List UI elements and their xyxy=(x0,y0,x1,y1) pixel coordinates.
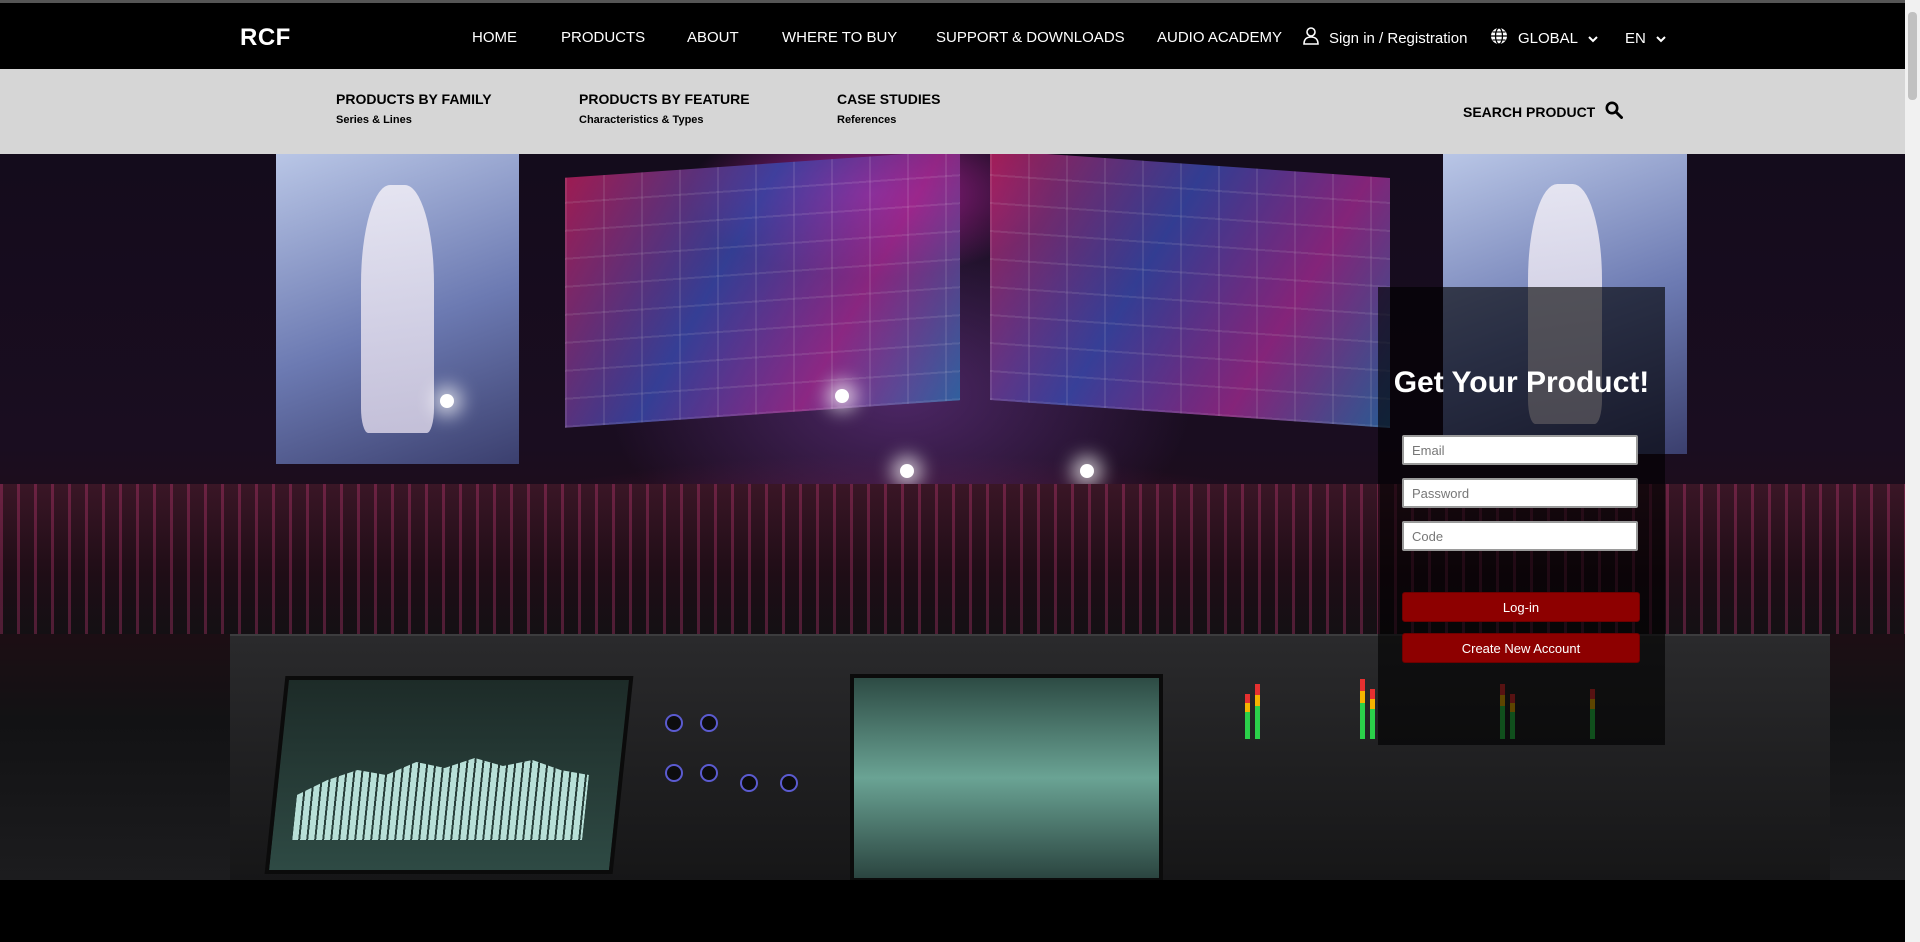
console-knob xyxy=(665,764,683,782)
level-meter xyxy=(1360,679,1365,739)
search-product-label: SEARCH PRODUCT xyxy=(1463,103,1596,120)
email-field[interactable] xyxy=(1402,435,1638,465)
stage-light xyxy=(1080,464,1094,478)
chevron-down-icon xyxy=(1588,30,1598,47)
level-meter xyxy=(1255,684,1260,739)
sign-in-label: Sign in / Registration xyxy=(1329,29,1468,47)
subnav-desc: Series & Lines xyxy=(336,114,412,126)
scrollbar-thumb[interactable] xyxy=(1908,12,1917,100)
subnav-title: PRODUCTS BY FEATURE xyxy=(579,91,750,107)
login-button[interactable]: Log-in xyxy=(1402,592,1640,622)
search-product-button[interactable]: SEARCH PRODUCT xyxy=(1463,101,1624,122)
subnav-products-by-family[interactable]: PRODUCTS BY FAMILY Series & Lines xyxy=(336,91,492,126)
chevron-down-icon xyxy=(1656,30,1666,47)
create-account-button[interactable]: Create New Account xyxy=(1402,633,1640,663)
console-knob xyxy=(780,774,798,792)
login-panel xyxy=(1378,287,1665,745)
console-knob xyxy=(700,714,718,732)
login-title: Get Your Product! xyxy=(1393,366,1650,399)
stage-light xyxy=(440,394,454,408)
subnav-products-by-feature[interactable]: PRODUCTS BY FEATURE Characteristics & Ty… xyxy=(579,91,750,126)
stage-video-wall-left xyxy=(565,154,960,428)
code-field[interactable] xyxy=(1402,521,1638,551)
stage-video-wall-right xyxy=(990,154,1390,428)
nav-products[interactable]: PRODUCTS xyxy=(561,29,645,46)
language-selector[interactable]: EN xyxy=(1625,26,1666,50)
console-knob xyxy=(700,764,718,782)
region-selector[interactable]: GLOBAL xyxy=(1490,26,1598,50)
subnav-title: CASE STUDIES xyxy=(837,91,941,107)
language-label: EN xyxy=(1625,29,1646,47)
stage-light xyxy=(835,389,849,403)
rcf-logo[interactable]: RCF xyxy=(240,24,291,52)
nav-where-to-buy[interactable]: WHERE TO BUY xyxy=(782,29,897,46)
console-analyzer-screen xyxy=(264,676,634,874)
page-bottom-area xyxy=(0,880,1905,942)
products-subnav: PRODUCTS BY FAMILY Series & Lines PRODUC… xyxy=(0,69,1905,154)
subnav-case-studies[interactable]: CASE STUDIES References xyxy=(837,91,940,126)
nav-support-downloads[interactable]: SUPPORT & DOWNLOADS xyxy=(936,29,1125,46)
stage-light xyxy=(900,464,914,478)
console-knob xyxy=(665,714,683,732)
region-label: GLOBAL xyxy=(1518,29,1579,47)
scrollbar-track[interactable] xyxy=(1905,0,1920,942)
level-meter xyxy=(1245,694,1250,739)
subnav-title: PRODUCTS BY FAMILY xyxy=(336,91,492,107)
level-meter xyxy=(1370,689,1375,739)
subnav-desc: References xyxy=(837,114,897,126)
console-knob xyxy=(740,774,758,792)
search-icon xyxy=(1605,101,1624,122)
nav-audio-academy[interactable]: AUDIO ACADEMY xyxy=(1157,29,1282,46)
subnav-desc: Characteristics & Types xyxy=(579,114,704,126)
console-scene-list-screen xyxy=(850,674,1163,880)
nav-home[interactable]: HOME xyxy=(472,29,517,46)
nav-about[interactable]: ABOUT xyxy=(687,29,739,46)
globe-icon xyxy=(1490,27,1508,49)
sign-in-link[interactable]: Sign in / Registration xyxy=(1303,26,1467,50)
main-navbar: RCF HOME PRODUCTS ABOUT WHERE TO BUY SUP… xyxy=(0,3,1905,69)
left-video-screen xyxy=(276,154,519,464)
password-field[interactable] xyxy=(1402,478,1638,508)
user-icon xyxy=(1303,27,1319,49)
